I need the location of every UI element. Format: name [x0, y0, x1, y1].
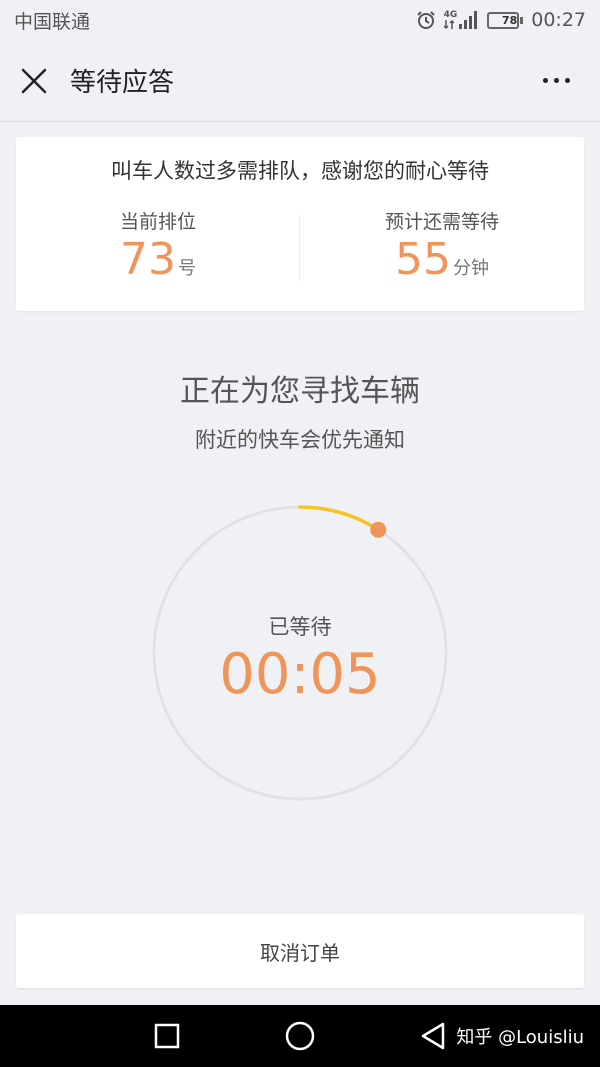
home-button[interactable]: [273, 1005, 327, 1067]
watermark: 知乎 @Louisliu: [456, 1027, 584, 1048]
recent-apps-icon: [154, 1023, 180, 1049]
timer-ring: 已等待 00:05: [150, 503, 450, 803]
queue-position-label: 当前排位: [119, 211, 196, 233]
queue-wait-label: 预计还需等待: [384, 211, 499, 233]
back-button[interactable]: [406, 1005, 460, 1067]
queue-wait-value: 55: [395, 234, 451, 285]
app-header: 等待应答: [0, 40, 600, 122]
home-icon: [285, 1021, 315, 1051]
queue-card: 叫车人数过多需排队，感谢您的耐心等待 当前排位 73 号 预计还需等待 55 分…: [16, 137, 584, 311]
queue-position-value: 73: [120, 234, 176, 285]
screen: 中国联通 4G 78 00:27 等待应答 叫车人数过多需排队，感谢您的耐心等待…: [0, 0, 600, 1067]
queue-wait: 预计还需等待 55 分钟: [300, 207, 584, 282]
close-button[interactable]: [18, 65, 50, 97]
navigation-bar: 知乎 @Louisliu: [0, 1005, 600, 1067]
queue-position-unit: 号: [178, 258, 196, 279]
recent-apps-button[interactable]: [140, 1005, 194, 1067]
status-icons: 4G 78 00:27: [416, 9, 586, 31]
battery-level: 78: [501, 13, 518, 27]
timer-value: 00:05: [219, 642, 381, 707]
ring-progress-dot: [370, 521, 387, 538]
alarm-icon: [416, 10, 436, 30]
waited-label: 已等待: [268, 615, 332, 639]
search-title: 正在为您寻找车辆: [180, 374, 420, 409]
more-icon: [542, 78, 570, 83]
queue-message: 叫车人数过多需排队，感谢您的耐心等待: [111, 159, 489, 183]
back-icon: [421, 1022, 445, 1050]
signal-icon: 4G: [443, 10, 480, 29]
cancel-order-button[interactable]: 取消订单: [16, 914, 584, 988]
network-label: 4G: [443, 10, 458, 20]
clock: 00:27: [531, 9, 586, 31]
more-button[interactable]: [536, 65, 576, 97]
page-title: 等待应答: [70, 68, 175, 98]
close-icon: [21, 68, 47, 93]
queue-position: 当前排位 73 号: [16, 207, 300, 282]
battery-icon: 78: [487, 11, 524, 29]
ring-progress-arc: [298, 505, 380, 532]
status-bar: 中国联通 4G 78 00:27: [0, 0, 600, 40]
search-subtitle: 附近的快车会优先通知: [195, 428, 405, 452]
carrier-label: 中国联通: [14, 10, 91, 33]
queue-wait-unit: 分钟: [453, 258, 489, 279]
